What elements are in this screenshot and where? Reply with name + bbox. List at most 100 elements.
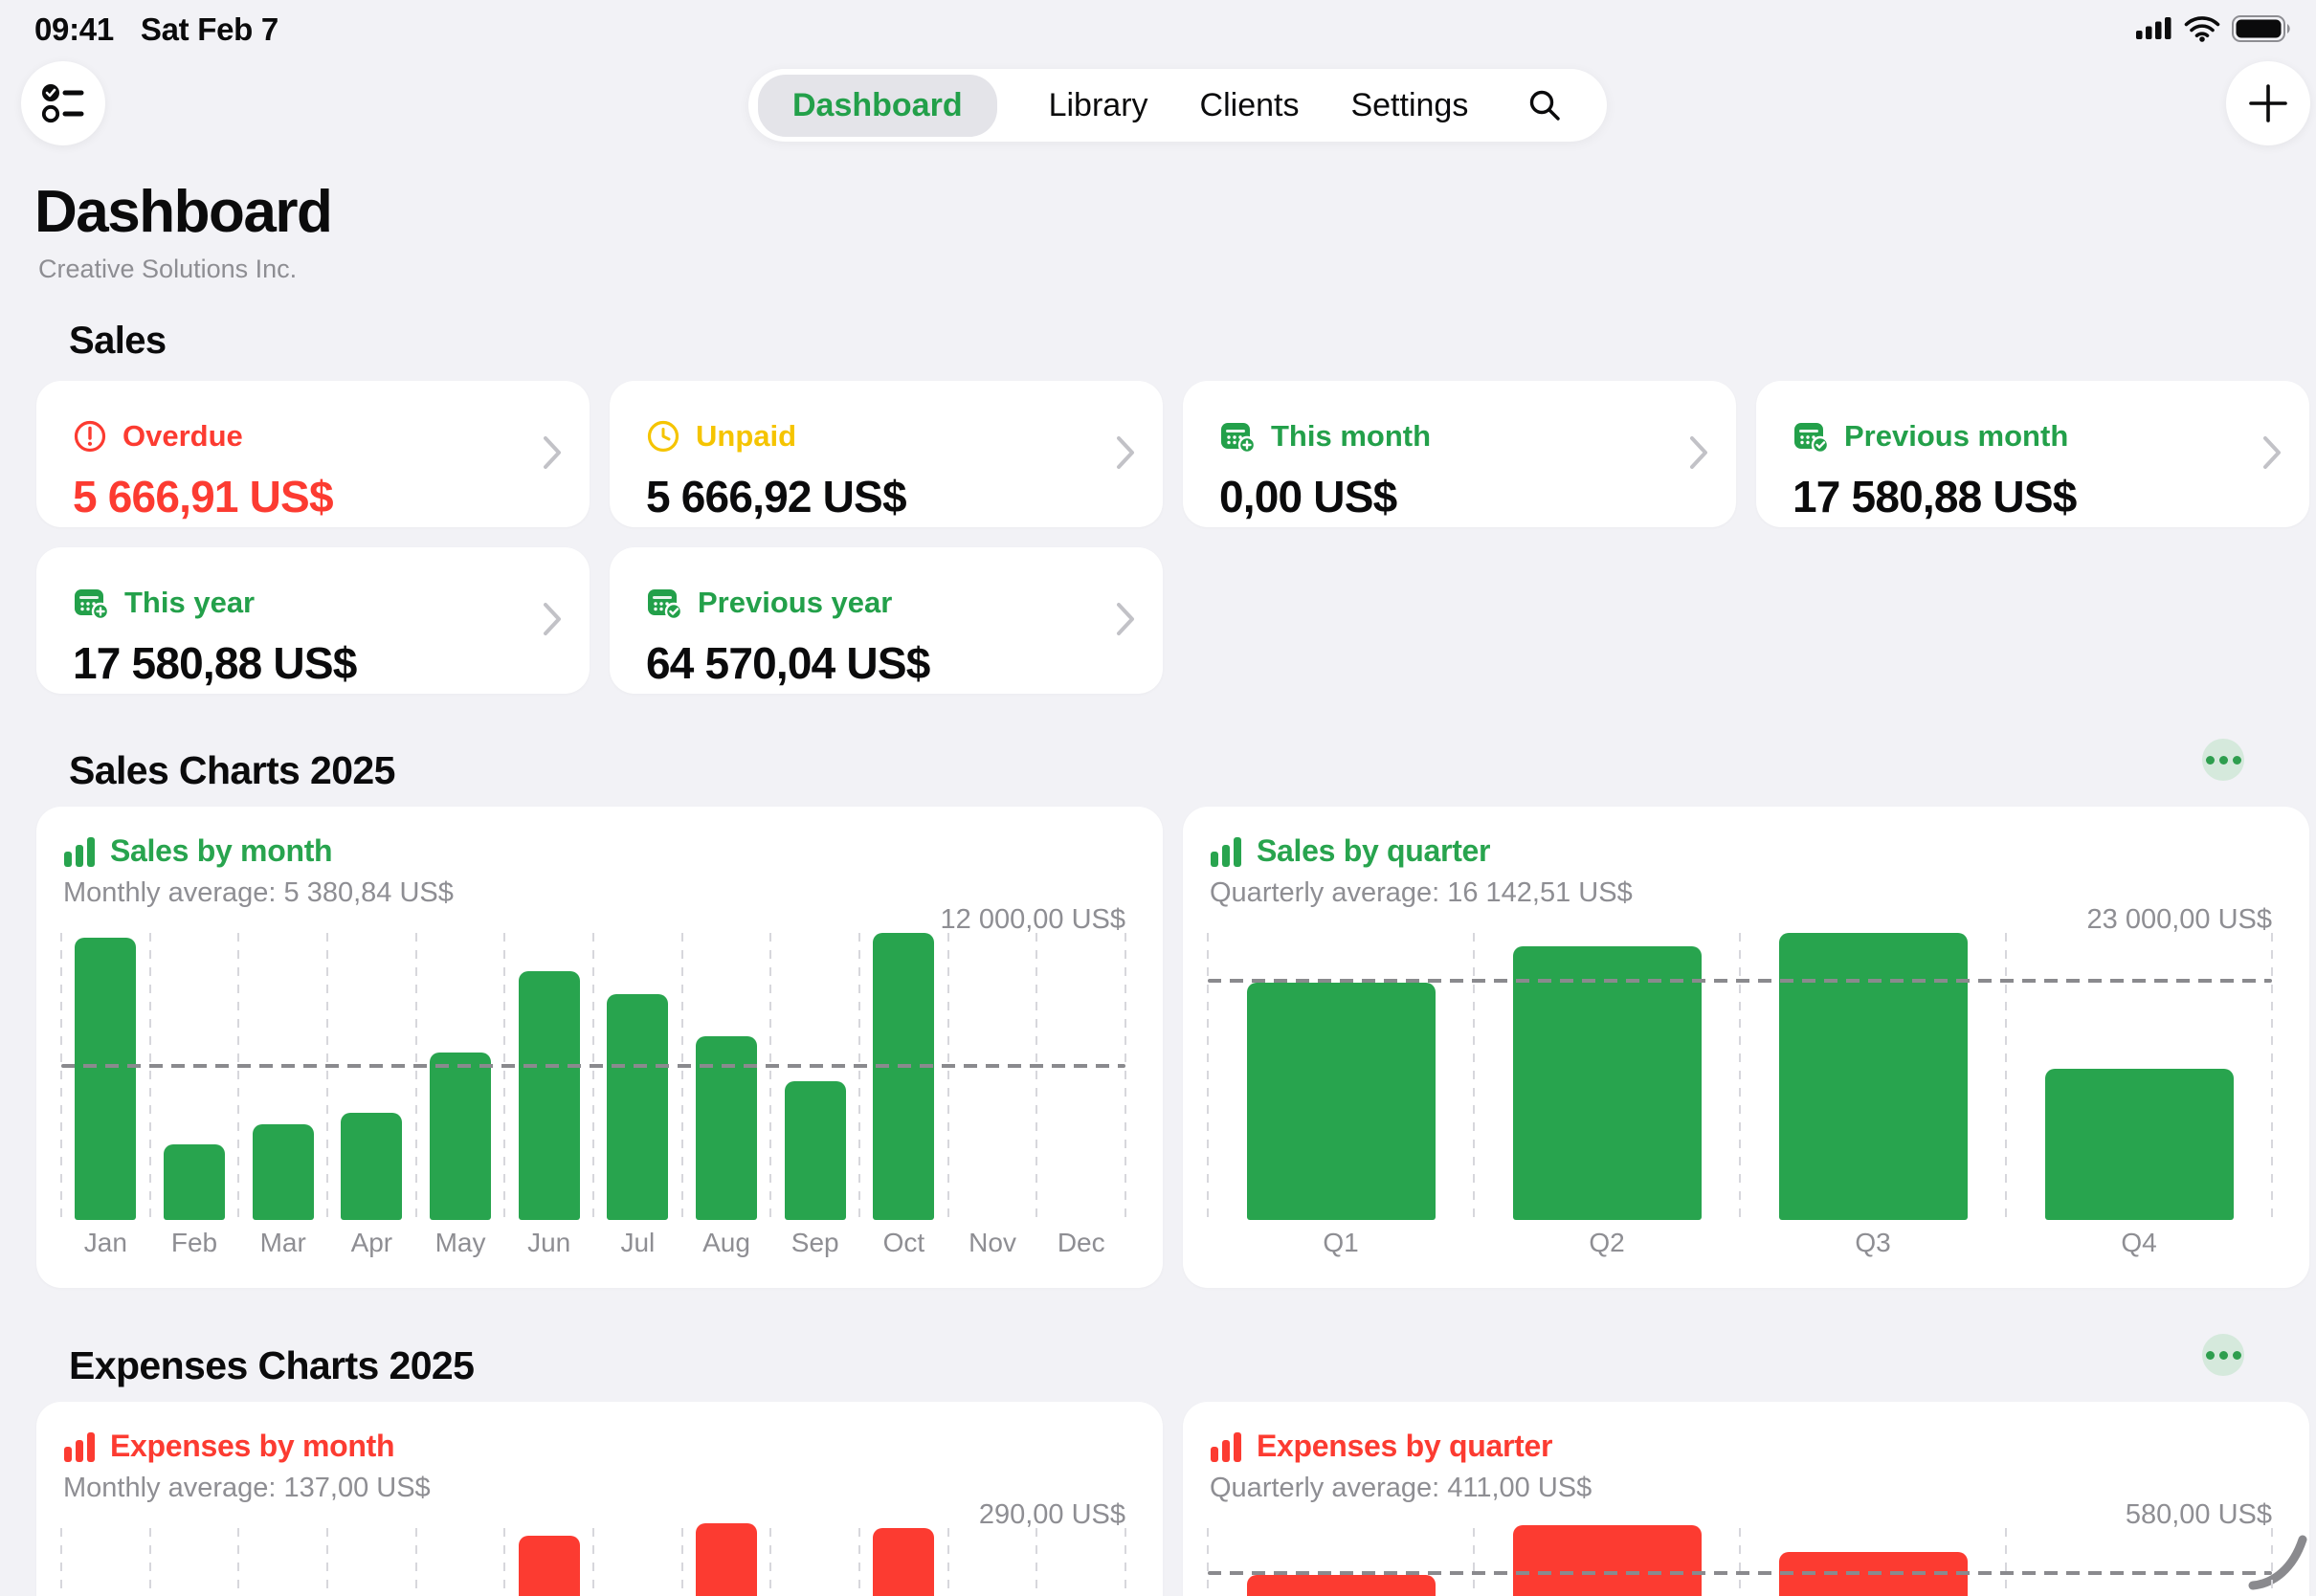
gridline bbox=[681, 1528, 683, 1596]
bar-feb bbox=[164, 1144, 225, 1220]
gridline bbox=[681, 933, 683, 1220]
bar-jun bbox=[519, 971, 580, 1220]
bar-mar bbox=[253, 1124, 314, 1220]
chart-average-label: Monthly average: 137,00 US$ bbox=[63, 1473, 431, 1504]
stat-card-head: Unpaid bbox=[646, 419, 796, 454]
chart-title: Sales by month bbox=[110, 833, 332, 869]
chart-card-expenses-by-quarter: Expenses by quarterQuarterly average: 41… bbox=[1183, 1402, 2309, 1596]
gridline bbox=[1739, 1528, 1741, 1596]
gridline bbox=[2005, 1528, 2007, 1596]
chevron-right-icon bbox=[542, 434, 563, 471]
stat-card-head: Overdue bbox=[73, 419, 243, 454]
chart-head: Expenses by quarter bbox=[1210, 1429, 1552, 1464]
stat-card-value: 64 570,04 US$ bbox=[646, 637, 930, 689]
bar-chart-icon bbox=[1210, 835, 1242, 868]
corner-arc-decoration bbox=[2239, 1526, 2316, 1596]
bar-jan bbox=[75, 938, 136, 1220]
bar-q4 bbox=[2045, 1069, 2234, 1220]
chart-title: Expenses by quarter bbox=[1257, 1429, 1552, 1464]
checklist-icon bbox=[40, 80, 86, 126]
sales-charts-more-button[interactable] bbox=[2202, 739, 2244, 781]
status-bar-right bbox=[2136, 15, 2291, 42]
gridline bbox=[237, 1528, 239, 1596]
nav-tab-settings[interactable]: Settings bbox=[1350, 87, 1468, 124]
calendar-check-icon bbox=[1793, 419, 1829, 454]
gridline bbox=[2005, 933, 2007, 1220]
gridline bbox=[149, 1528, 151, 1596]
category-label: Dec bbox=[1036, 1228, 1125, 1258]
stat-card-head: This month bbox=[1219, 419, 1431, 454]
category-label: Jun bbox=[504, 1228, 593, 1258]
gridline bbox=[1473, 933, 1475, 1220]
gridline bbox=[769, 1528, 771, 1596]
chart-title: Expenses by month bbox=[110, 1429, 394, 1464]
bar-jun bbox=[519, 1536, 580, 1596]
category-label: Oct bbox=[859, 1228, 948, 1258]
category-label: Q4 bbox=[2006, 1228, 2272, 1258]
gridline bbox=[415, 1528, 417, 1596]
category-label: Aug bbox=[682, 1228, 771, 1258]
bar-chart-icon bbox=[1210, 1430, 1242, 1463]
category-label: Q2 bbox=[1474, 1228, 1740, 1258]
stat-card-this-year[interactable]: This year17 580,88 US$ bbox=[36, 547, 590, 694]
stat-card-unpaid[interactable]: Unpaid 5 666,92 US$ bbox=[610, 381, 1163, 527]
add-button[interactable] bbox=[2226, 61, 2310, 145]
gridline bbox=[1473, 1528, 1475, 1596]
category-label: Sep bbox=[770, 1228, 859, 1258]
chart-max-label: 290,00 US$ bbox=[979, 1499, 1125, 1531]
stat-card-head: This year bbox=[73, 586, 255, 620]
gridline bbox=[326, 1528, 328, 1596]
nav-tab-library[interactable]: Library bbox=[1049, 87, 1148, 124]
bar-chart-icon bbox=[63, 1430, 96, 1463]
bar-sep bbox=[785, 1081, 846, 1220]
nav-tab-dashboard[interactable]: Dashboard bbox=[758, 75, 997, 137]
stat-card-overdue[interactable]: Overdue5 666,91 US$ bbox=[36, 381, 590, 527]
gridline bbox=[592, 1528, 594, 1596]
nav-tab-clients[interactable]: Clients bbox=[1200, 87, 1300, 124]
stat-card-value: 5 666,92 US$ bbox=[646, 471, 906, 522]
status-date: Sat Feb 7 bbox=[141, 11, 278, 48]
gridline bbox=[2271, 1528, 2273, 1596]
chevron-right-icon bbox=[1688, 434, 1709, 471]
calendar-check-icon bbox=[646, 586, 682, 620]
gridline bbox=[1207, 933, 1209, 1220]
category-label: Apr bbox=[327, 1228, 416, 1258]
chart-plot bbox=[1208, 1528, 2272, 1596]
gridline bbox=[1036, 933, 1037, 1220]
bar-chart-icon bbox=[63, 835, 96, 868]
category-label: Q3 bbox=[1740, 1228, 2006, 1258]
chart-max-label: 12 000,00 US$ bbox=[941, 904, 1125, 936]
chart-average-label: Monthly average: 5 380,84 US$ bbox=[63, 877, 454, 909]
average-dashed-line bbox=[1208, 1571, 2272, 1575]
stat-card-previous-year[interactable]: Previous year 64 570,04 US$ bbox=[610, 547, 1163, 694]
cellular-signal-icon bbox=[2136, 16, 2172, 41]
gridline bbox=[858, 933, 860, 1220]
bar-aug bbox=[696, 1523, 757, 1596]
expenses-charts-more-button[interactable] bbox=[2202, 1334, 2244, 1376]
gridline bbox=[2271, 933, 2273, 1220]
chart-average-label: Quarterly average: 16 142,51 US$ bbox=[1210, 877, 1633, 909]
stat-card-head: Previous year bbox=[646, 586, 892, 620]
gridline bbox=[769, 933, 771, 1220]
sales-charts-heading: Sales Charts 2025 bbox=[69, 748, 395, 793]
bar-q2 bbox=[1513, 946, 1702, 1220]
ellipsis-icon bbox=[2206, 756, 2215, 765]
chart-max-label: 23 000,00 US$ bbox=[2087, 904, 2272, 936]
ellipsis-icon bbox=[2206, 1351, 2215, 1360]
wifi-icon bbox=[2184, 15, 2220, 42]
stat-card-label: Previous month bbox=[1844, 419, 2068, 454]
gridline bbox=[947, 933, 949, 1220]
search-icon[interactable] bbox=[1525, 86, 1564, 124]
chart-card-expenses-by-month: Expenses by month Monthly average: 137,00… bbox=[36, 1402, 1163, 1596]
checklist-button[interactable] bbox=[21, 61, 105, 145]
stat-card-value: 17 580,88 US$ bbox=[1793, 471, 2077, 522]
page-subtitle: Creative Solutions Inc. bbox=[38, 255, 297, 284]
category-label: Q1 bbox=[1208, 1228, 1474, 1258]
stat-card-this-month[interactable]: This month0,00 US$ bbox=[1183, 381, 1736, 527]
chart-card-sales-by-month: Sales by month Monthly average: 5 380,84 … bbox=[36, 807, 1163, 1288]
stat-card-label: This year bbox=[124, 586, 255, 620]
gridline bbox=[1125, 1528, 1126, 1596]
category-label: Jul bbox=[593, 1228, 682, 1258]
chart-plot bbox=[61, 1528, 1125, 1596]
stat-card-previous-month[interactable]: Previous month 17 580,88 US$ bbox=[1756, 381, 2309, 527]
